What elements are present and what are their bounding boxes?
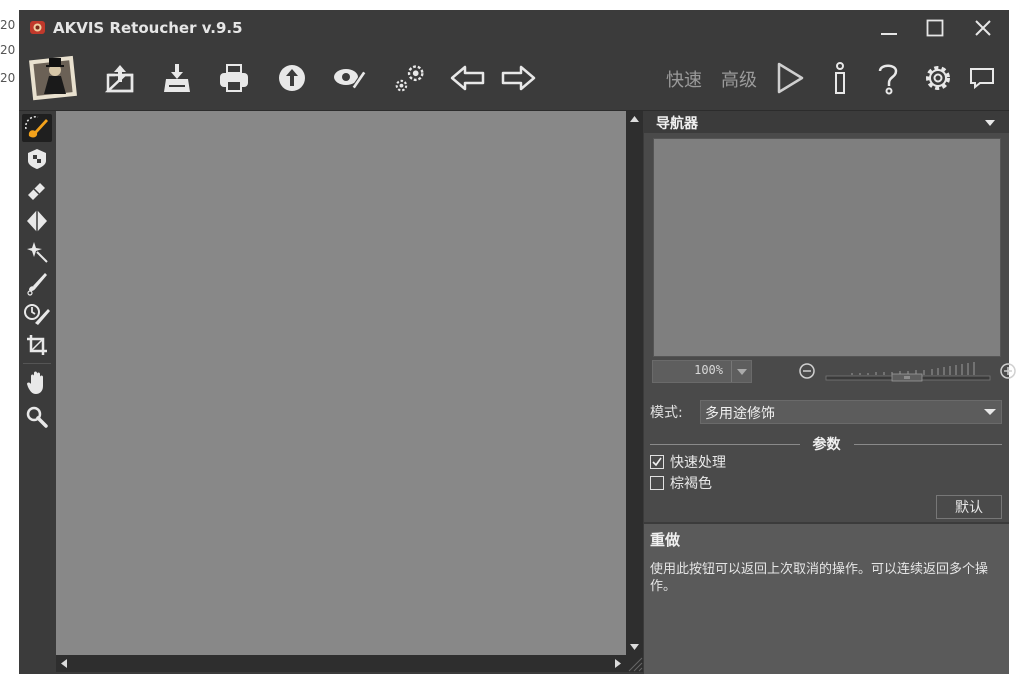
fast-processing-option[interactable]: 快速处理 [650, 452, 726, 472]
crop-icon[interactable] [22, 331, 52, 359]
comment-icon[interactable] [963, 60, 1001, 96]
batch-icon[interactable] [331, 60, 369, 96]
collapse-chevron-icon[interactable] [983, 116, 997, 130]
retouch-brush-icon[interactable] [22, 114, 52, 142]
tool-panel [19, 111, 55, 674]
window-title: AKVIS Retoucher v.9.5 [53, 19, 243, 37]
image-canvas[interactable] [56, 111, 626, 655]
navigator-header: 导航器 [644, 111, 1009, 133]
sepia-checkbox[interactable] [650, 476, 664, 490]
sepia-label: 棕褐色 [670, 476, 712, 492]
eraser-icon[interactable] [22, 176, 52, 204]
zoom-out-icon[interactable] [798, 362, 816, 380]
info-icon[interactable] [821, 60, 859, 96]
app-logo-icon [29, 19, 46, 36]
zoom-in-icon[interactable] [999, 362, 1017, 380]
settings-icon[interactable] [391, 60, 429, 96]
zoom-select[interactable]: 100% [652, 360, 752, 383]
run-button[interactable] [771, 60, 809, 96]
minimize-button[interactable] [866, 10, 912, 46]
scroll-right-icon[interactable] [609, 655, 626, 672]
gutter-line-number: 20 [0, 43, 16, 57]
mode-value: 多用途修饰 [705, 406, 775, 422]
mode-label: 模式: [650, 405, 683, 421]
navigator-title: 导航器 [656, 116, 698, 132]
help-icon[interactable] [869, 60, 907, 96]
mode-row: 模式: 多用途修饰 [644, 397, 1009, 427]
smudge-brush-icon[interactable] [22, 269, 52, 297]
params-divider [854, 444, 1002, 445]
gutter-line-number: 20 [0, 18, 16, 32]
tool-divider [23, 363, 51, 364]
main-toolbar: 快速 高级 [19, 46, 1009, 110]
scroll-down-icon[interactable] [626, 638, 643, 655]
preferences-gear-icon[interactable] [919, 60, 957, 96]
share-icon[interactable] [273, 60, 311, 96]
redo-arrow-icon[interactable] [499, 60, 537, 96]
fast-processing-checkbox[interactable] [650, 455, 664, 469]
resize-grip-icon[interactable] [626, 655, 643, 672]
gutter-line-number: 20 [0, 71, 16, 85]
zoom-value: 100% [694, 363, 723, 377]
horizontal-scrollbar[interactable] [56, 655, 626, 672]
sepia-option[interactable]: 棕褐色 [650, 473, 712, 493]
hint-text: 使用此按钮可以返回上次取消的操作。可以连续返回多个操作。 [650, 562, 989, 594]
zoom-icon[interactable] [22, 403, 52, 431]
title-bar: AKVIS Retoucher v.9.5 [19, 10, 1009, 46]
rubber-icon[interactable] [22, 207, 52, 235]
save-image-icon[interactable] [158, 60, 196, 96]
close-button[interactable] [960, 10, 1006, 46]
scroll-left-icon[interactable] [56, 655, 73, 672]
chevron-down-icon[interactable] [731, 361, 752, 382]
fast-processing-label: 快速处理 [670, 455, 726, 471]
zoom-slider[interactable] [824, 359, 992, 383]
hint-panel: 重做 使用此按钮可以返回上次取消的操作。可以连续返回多个操作。 [644, 524, 1009, 674]
default-button[interactable]: 默认 [936, 495, 1002, 519]
akvis-logo [27, 50, 81, 104]
right-panel: 导航器 100% 模式: 多用途修饰 参数 快速处理 棕褐色 默认 重做 使用此… [644, 111, 1016, 674]
open-image-icon[interactable] [101, 60, 139, 96]
tab-advanced-mode[interactable]: 高级 [721, 66, 757, 92]
mode-dropdown[interactable]: 多用途修饰 [700, 400, 1002, 424]
maximize-button[interactable] [912, 10, 958, 46]
history-brush-icon[interactable] [22, 300, 52, 328]
tab-quick-mode[interactable]: 快速 [666, 66, 702, 92]
vertical-scrollbar[interactable] [626, 111, 643, 655]
stamp-icon[interactable] [22, 145, 52, 173]
magic-icon[interactable] [22, 238, 52, 266]
scroll-up-icon[interactable] [626, 111, 643, 128]
app-window: AKVIS Retoucher v.9.5 快速 高级 导航器 100% 模式:… [19, 10, 1016, 674]
chevron-down-icon[interactable] [979, 401, 1001, 423]
hint-title: 重做 [650, 531, 681, 549]
undo-arrow-icon[interactable] [449, 60, 487, 96]
print-icon[interactable] [215, 60, 253, 96]
hand-icon[interactable] [22, 369, 52, 397]
navigator-preview[interactable] [653, 138, 1001, 357]
